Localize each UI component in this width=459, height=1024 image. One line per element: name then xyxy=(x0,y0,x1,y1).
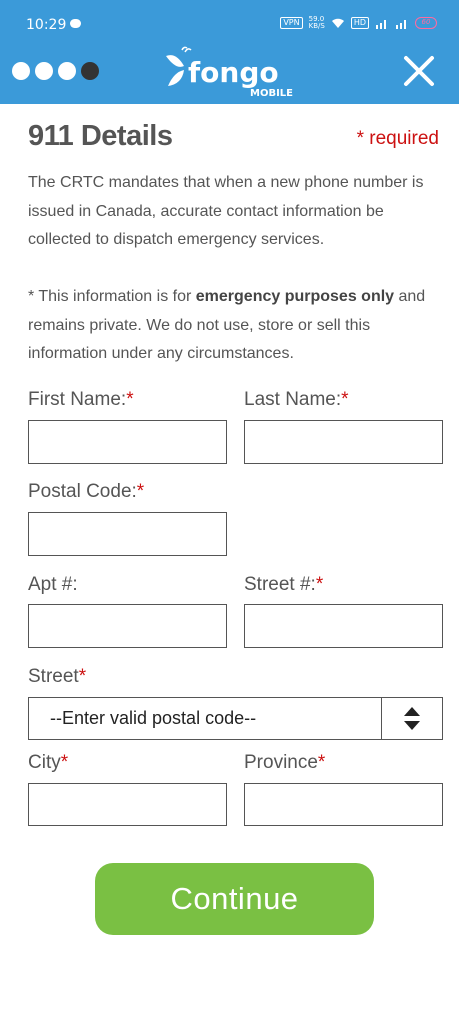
fongo-mobile-logo: fongo MOBILE xyxy=(166,46,293,99)
progress-dot-4-active xyxy=(81,62,99,80)
last-name-input[interactable] xyxy=(244,420,443,464)
network-speed: 59.0 KB/S xyxy=(309,16,325,30)
signal-icon-2 xyxy=(396,19,406,29)
city-label: City* xyxy=(28,752,68,774)
app-header: fongo MOBILE xyxy=(0,40,459,104)
first-name-label: First Name:* xyxy=(28,389,134,411)
privacy-prefix: * This information is for xyxy=(28,288,196,305)
apt-label: Apt #: xyxy=(28,574,78,595)
privacy-note: * This information is for emergency purp… xyxy=(28,283,448,369)
wifi-icon xyxy=(331,18,344,28)
city-input[interactable] xyxy=(28,783,227,826)
progress-dot-2 xyxy=(35,62,53,80)
first-name-label-text: First Name: xyxy=(28,389,127,410)
required-star: * xyxy=(60,752,69,773)
progress-dot-1 xyxy=(12,62,30,80)
status-bar: 10:29 VPN 59.0 KB/S HD 60 xyxy=(0,0,459,40)
province-input[interactable] xyxy=(244,783,443,826)
status-icons: VPN 59.0 KB/S HD 60 xyxy=(280,16,437,30)
battery-icon: 60 xyxy=(415,17,437,29)
network-speed-unit: KB/S xyxy=(308,22,325,30)
last-name-label-text: Last Name: xyxy=(244,389,342,410)
continue-button[interactable]: Continue xyxy=(95,863,374,935)
select-arrows xyxy=(381,698,442,739)
progress-dots xyxy=(12,62,99,80)
street-select[interactable]: --Enter valid postal code-- xyxy=(28,697,443,740)
hd-badge: HD xyxy=(350,17,369,29)
crtc-description: The CRTC mandates that when a new phone … xyxy=(28,174,424,248)
last-name-label: Last Name:* xyxy=(244,389,349,411)
required-star: * xyxy=(78,666,87,687)
required-star: * xyxy=(126,389,134,410)
postal-code-input[interactable] xyxy=(28,512,227,556)
street-number-input[interactable] xyxy=(244,604,443,648)
close-icon[interactable] xyxy=(402,54,436,88)
vpn-badge: VPN xyxy=(280,17,303,29)
privacy-bold: emergency purposes only xyxy=(195,288,395,305)
chat-notification-icon xyxy=(70,19,81,28)
required-star: * xyxy=(317,752,326,773)
province-label: Province* xyxy=(244,752,325,774)
city-label-text: City xyxy=(28,752,61,773)
required-star: * xyxy=(315,574,324,595)
logo-wordmark: fongo xyxy=(188,56,279,89)
required-star: * xyxy=(341,389,349,410)
street-select-value: --Enter valid postal code-- xyxy=(50,708,257,728)
postal-code-label-text: Postal Code: xyxy=(28,481,137,502)
postal-code-label: Postal Code:* xyxy=(28,481,144,503)
province-label-text: Province xyxy=(244,752,318,773)
required-note: * required xyxy=(356,128,439,149)
required-star: * xyxy=(136,481,145,502)
logo-subtext: MOBILE xyxy=(250,88,293,99)
apt-input[interactable] xyxy=(28,604,227,648)
status-time: 10:29 xyxy=(26,17,67,33)
up-down-arrows-icon xyxy=(404,707,420,730)
street-label: Street* xyxy=(28,666,86,688)
street-number-label-text: Street #: xyxy=(244,574,316,595)
street-label-text: Street xyxy=(28,666,79,687)
progress-dot-3 xyxy=(58,62,76,80)
signal-icon xyxy=(376,19,386,29)
street-number-label: Street #:* xyxy=(244,574,323,596)
first-name-input[interactable] xyxy=(28,420,227,464)
page-title: 911 Details xyxy=(28,120,173,152)
